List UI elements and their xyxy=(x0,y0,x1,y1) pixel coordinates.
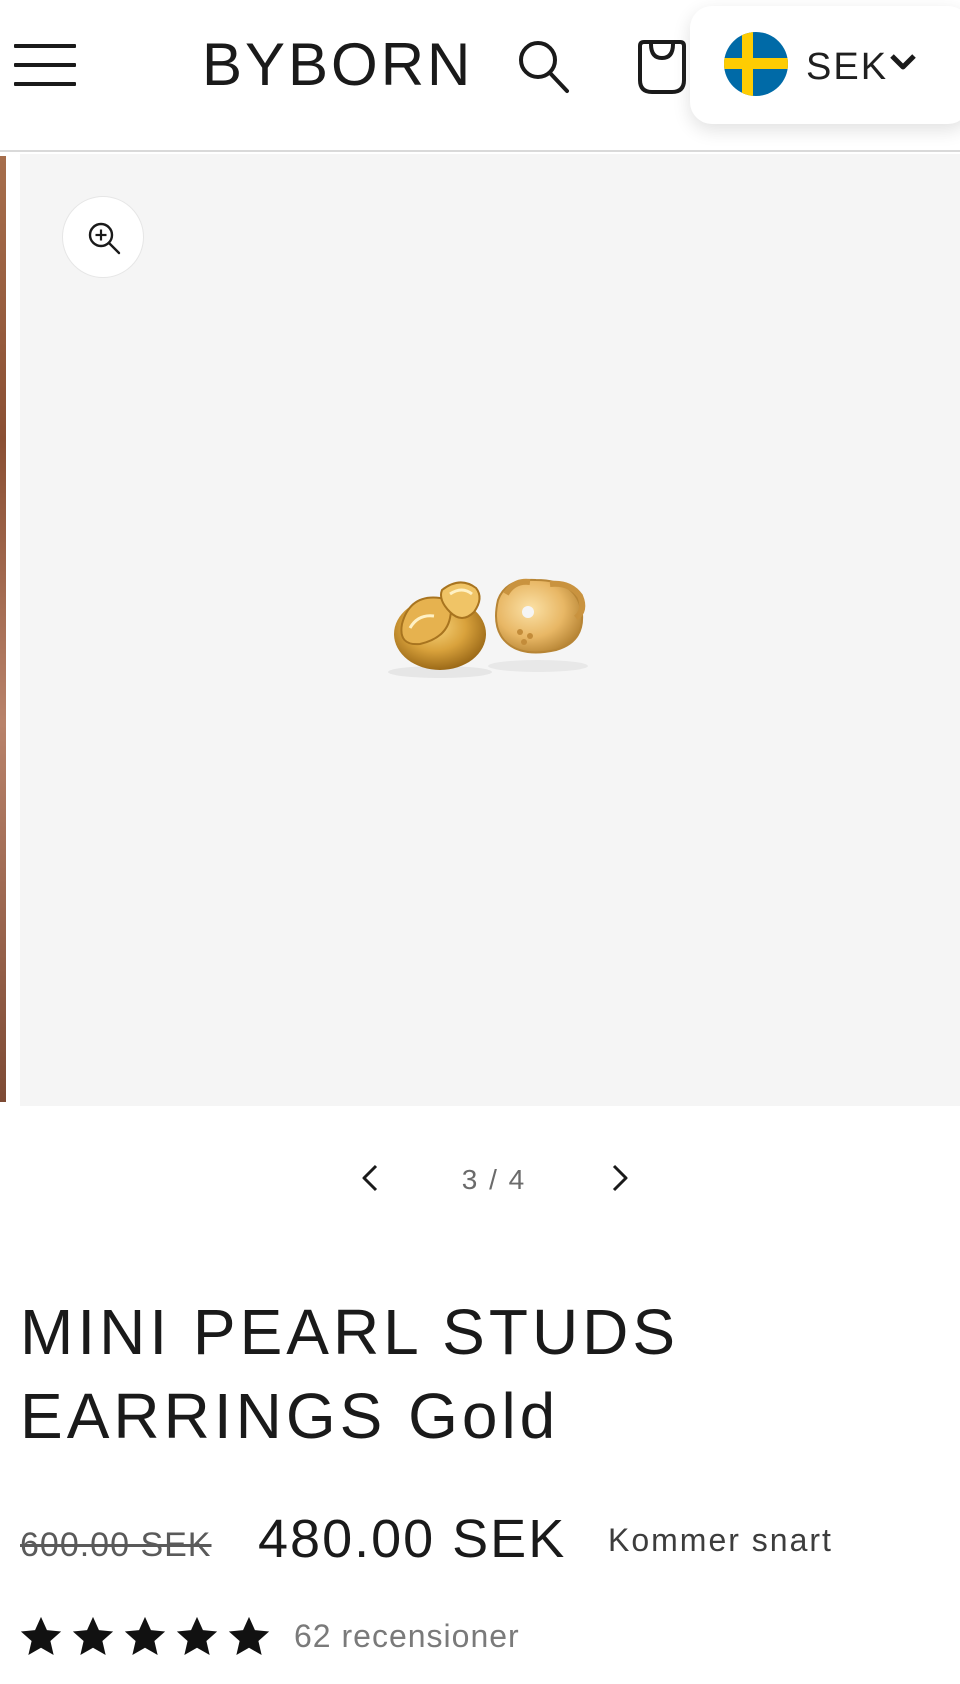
next-slide-button[interactable] xyxy=(606,1160,634,1196)
cart-button[interactable] xyxy=(634,38,690,96)
zoom-button[interactable] xyxy=(62,196,144,278)
availability-status: Kommer snart xyxy=(608,1522,833,1558)
brand-logo[interactable]: BYBORN xyxy=(202,30,473,100)
site-header: BYBORN SEK xyxy=(0,0,960,152)
star-rating xyxy=(18,1614,278,1662)
star-icon xyxy=(20,1616,62,1656)
search-button[interactable] xyxy=(516,36,572,96)
slide-counter: 3 / 4 xyxy=(461,1164,527,1195)
star-icon xyxy=(176,1616,218,1656)
currency-selector[interactable]: SEK xyxy=(690,6,960,124)
previous-slide-peek xyxy=(0,156,6,1102)
chevron-left-icon xyxy=(362,1164,378,1192)
star-icon xyxy=(228,1616,270,1656)
chevron-down-icon xyxy=(890,54,916,70)
zoom-in-icon xyxy=(88,222,121,255)
shopping-bag-icon xyxy=(638,40,686,94)
product-title-line-1: MINI PEARL STUDS xyxy=(20,1296,680,1368)
star-icon xyxy=(124,1616,166,1656)
hamburger-menu-icon[interactable] xyxy=(14,42,78,90)
sale-price: 480.00 SEK xyxy=(258,1509,567,1569)
currency-code: SEK xyxy=(806,46,889,88)
product-title-line-2: EARRINGS Gold xyxy=(20,1380,560,1452)
previous-slide-button[interactable] xyxy=(356,1160,384,1196)
product-title: MINI PEARL STUDS EARRINGS Gold xyxy=(20,1290,920,1458)
original-price: 600.00 SEK xyxy=(20,1526,212,1564)
chevron-right-icon xyxy=(612,1164,628,1192)
product-image-gallery[interactable] xyxy=(20,154,960,1106)
sweden-flag-icon xyxy=(724,32,788,96)
menu-line xyxy=(14,82,76,86)
star-icon xyxy=(72,1616,114,1656)
menu-line xyxy=(14,63,76,67)
product-rating[interactable]: 62 recensioner xyxy=(18,1610,718,1666)
review-count-link[interactable]: 62 recensioner xyxy=(294,1618,520,1655)
menu-line xyxy=(14,44,76,48)
price-row: 600.00 SEK 480.00 SEK Kommer snart xyxy=(20,1508,940,1578)
product-image-earring-backs xyxy=(388,578,588,678)
search-icon xyxy=(519,41,569,93)
